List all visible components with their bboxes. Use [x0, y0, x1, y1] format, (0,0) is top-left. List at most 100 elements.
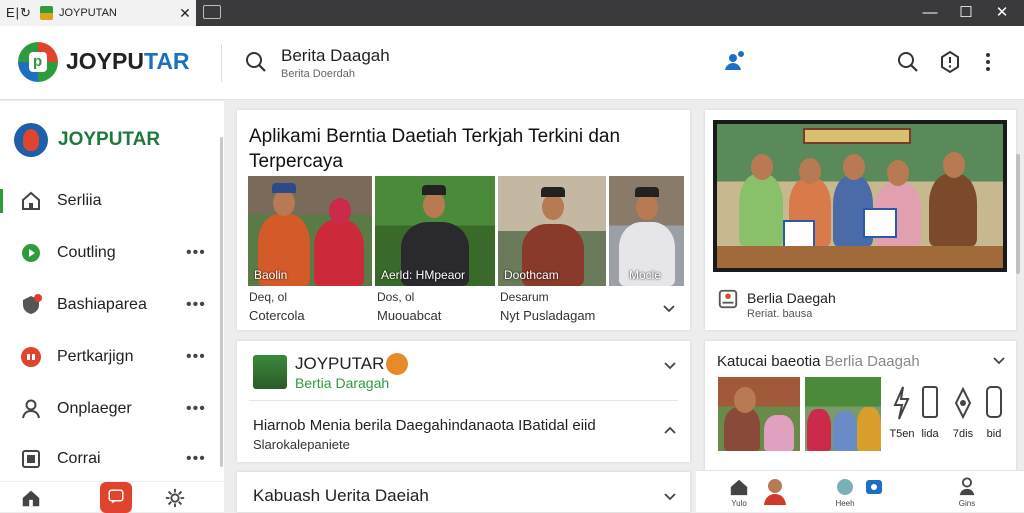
sidebar-item-label: Serliia — [57, 192, 102, 209]
lightning-icon[interactable] — [890, 385, 912, 421]
tab-title: JOYPUTAN — [59, 7, 117, 19]
phone-icon[interactable] — [984, 385, 1004, 421]
chevron-down-icon[interactable] — [992, 356, 1006, 366]
person-head — [843, 154, 865, 180]
meta-date: Deq, ol — [249, 290, 288, 304]
list-thumbnail[interactable] — [718, 377, 800, 451]
right-list-card[interactable]: Katucai baeotia Berlia Daagah T5en lida … — [705, 341, 1016, 471]
photo-caption: Doothcam — [504, 268, 559, 282]
diamond-icon[interactable] — [953, 385, 973, 421]
icon-label: bid — [986, 428, 1002, 440]
sidebar-item-pertkarjign[interactable]: Pertkarjign ••• — [0, 337, 220, 377]
sidebar-logo-icon — [14, 123, 48, 157]
sidebar-item-serliia[interactable]: Serliia — [0, 181, 220, 221]
notifications-icon[interactable] — [864, 477, 884, 497]
chevron-down-icon[interactable] — [663, 361, 677, 371]
chat-bubble-icon — [108, 489, 124, 504]
feature-headline[interactable]: Hiarnob Menia berila Daegahindanaota IBa… — [253, 417, 596, 434]
feature-brand: JOYPUTAR — [295, 354, 385, 373]
app-brand[interactable]: JOYPUTAR — [66, 48, 190, 75]
brand-accent-text: TAR — [143, 48, 190, 74]
brand-main-text: JOYPU — [66, 48, 144, 74]
more-dots-icon[interactable]: ••• — [186, 348, 220, 366]
person-head — [542, 194, 564, 220]
browser-nav-icons[interactable]: E|↻ — [0, 5, 40, 21]
feature-brand-badge-icon — [386, 353, 408, 375]
meta-date: Desarum — [500, 290, 549, 304]
person-figure — [929, 174, 977, 246]
meta-source: Muouabcat — [377, 308, 442, 323]
sign-board — [863, 208, 897, 238]
hat — [422, 185, 446, 195]
meta-block: Deq, ol Cotercola — [249, 290, 305, 323]
news-photo[interactable]: Aerld: HMpeaor — [375, 176, 495, 286]
sidebar-scrollbar[interactable] — [220, 137, 223, 467]
more-vertical-icon[interactable] — [976, 50, 1000, 74]
sidebar-item-onplaeger[interactable]: Onplaeger ••• — [0, 389, 220, 429]
document-icon[interactable] — [920, 385, 940, 421]
sidebar-item-coutling[interactable]: Coutling ••• — [0, 233, 220, 273]
user-icon — [22, 399, 40, 419]
feature-subline: Slarokalepaniete — [253, 437, 350, 452]
person-figure — [724, 407, 760, 451]
tab-favicon-icon — [40, 6, 53, 20]
minimize-icon[interactable]: — — [910, 0, 950, 26]
bottom-nav-label: Heeh — [835, 499, 855, 508]
sidebar-brand[interactable]: JOYPUTAR — [14, 123, 160, 157]
maximize-icon[interactable]: ☐ — [946, 0, 986, 26]
alert-icon[interactable] — [938, 50, 962, 74]
new-tab-icon[interactable] — [203, 5, 221, 19]
chevron-down-icon[interactable] — [663, 492, 677, 502]
more-dots-icon[interactable]: ••• — [186, 244, 220, 262]
bottom-nav-avatar[interactable] — [762, 477, 788, 507]
person-head — [799, 158, 821, 184]
home-icon[interactable] — [20, 487, 42, 509]
hat — [272, 183, 296, 193]
globe-icon — [837, 479, 853, 495]
list-thumbnail[interactable] — [805, 377, 881, 451]
app-logo-icon[interactable]: p — [18, 42, 58, 82]
bottom-nav-home[interactable]: Yulo — [726, 477, 752, 508]
user-add-icon[interactable] — [722, 49, 746, 73]
sidebar-item-label: Bashiaparea — [57, 296, 147, 313]
more-dots-icon[interactable]: ••• — [186, 450, 220, 468]
create-button[interactable] — [100, 482, 132, 513]
person-figure — [764, 415, 794, 451]
sidebar-item-bashiaparea[interactable]: Bashiaparea ••• — [0, 285, 220, 325]
person-figure — [739, 174, 783, 246]
hat — [541, 187, 565, 197]
news-photo[interactable]: Baolin — [248, 176, 372, 286]
video-frame[interactable] — [713, 120, 1007, 272]
icon-label: lida — [921, 428, 939, 440]
hero-title: Aplikami Berntia Daetiah Terkjah Terkini… — [249, 126, 621, 172]
sidebar-item-corrai[interactable]: Corrai ••• — [0, 439, 220, 479]
meta-date: Dos, ol — [377, 290, 415, 304]
search-icon[interactable] — [244, 50, 268, 74]
meta-block: Dos, ol Muouabcat — [377, 290, 441, 323]
browser-tab[interactable]: E|↻ JOYPUTAN ✕ — [0, 0, 196, 26]
hero-card[interactable]: Aplikami Berntia Daetiah Terkjah Terkini… — [237, 110, 690, 330]
settings-gear-icon[interactable] — [164, 487, 186, 509]
sidebar-item-label: Corrai — [57, 450, 101, 467]
right-media-card[interactable]: Berlia Daegah Reriat. bausa — [705, 110, 1016, 330]
icon-label: T5en — [889, 428, 915, 440]
shield-icon — [23, 294, 42, 314]
page-scrollbar[interactable] — [1016, 154, 1020, 274]
more-dots-icon[interactable]: ••• — [186, 296, 220, 314]
chevron-down-icon[interactable] — [662, 304, 676, 314]
right-list-title-bold: Katucai baeotia — [717, 353, 821, 370]
bottom-nav-globe[interactable]: Heeh — [832, 477, 858, 508]
meta-block: Desarum Nyt Pusladagam — [500, 290, 595, 323]
tab-close-icon[interactable]: ✕ — [174, 5, 196, 22]
news-photo[interactable]: Doothcam — [498, 176, 606, 286]
more-dots-icon[interactable]: ••• — [186, 400, 220, 418]
bottom-nav-profile[interactable]: Gins — [954, 477, 980, 508]
window-close-icon[interactable]: ✕ — [982, 0, 1022, 26]
right-list-title-light: Berlia Daagah — [824, 353, 920, 370]
chevron-up-icon[interactable] — [663, 425, 677, 435]
news-photo[interactable]: Mocle — [609, 176, 684, 286]
feature-card[interactable]: JOYPUTAR Bertia Daragah Hiarnob Menia be… — [237, 341, 690, 462]
section-card[interactable]: Kabuash Uerita Daeiah — [237, 472, 690, 512]
person-head — [943, 152, 965, 178]
search-icon-right[interactable] — [896, 50, 920, 74]
